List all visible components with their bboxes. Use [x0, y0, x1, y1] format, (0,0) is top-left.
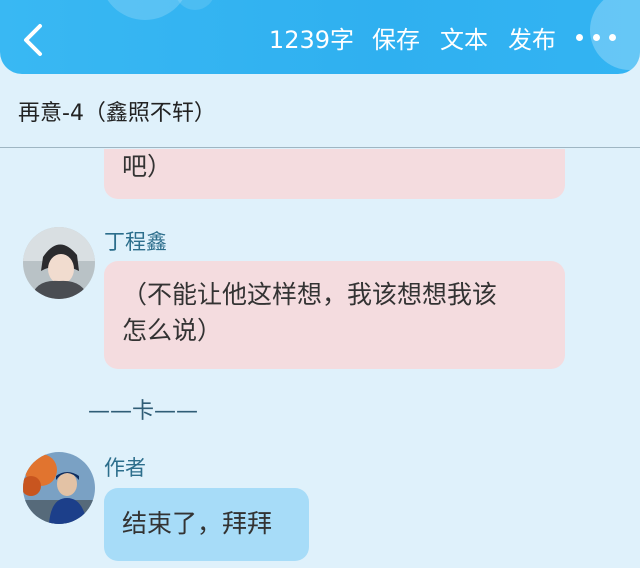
decorative-circle [100, 0, 190, 20]
save-button[interactable]: 保存 [372, 20, 420, 55]
message-text-line: （不能让他这样想，我该想想我该 [122, 280, 498, 309]
message-bubble: 结束了，拜拜 [104, 488, 309, 561]
decorative-circle [175, 0, 215, 10]
avatar-image [23, 227, 95, 299]
more-options-button[interactable] [576, 22, 616, 52]
message-bubble: （不能让他这样想，我该想想我该 怎么说） [104, 261, 565, 369]
document-title-row: 再意-4（鑫照不轩） [0, 74, 640, 148]
top-actions: 1239字 保存 文本 发布 [269, 0, 640, 74]
message-text-line: 怎么说） [122, 316, 223, 345]
back-button[interactable] [18, 22, 48, 58]
document-title: 再意-4（鑫照不轩） [18, 100, 216, 126]
speaker-name: 丁程鑫 [104, 230, 167, 254]
section-divider: ——卡—— [88, 399, 199, 424]
dot-icon [592, 33, 600, 41]
message-bubble: 吧） [104, 149, 565, 199]
chevron-left-icon [24, 24, 42, 56]
top-bar: 1239字 保存 文本 发布 [0, 0, 640, 74]
dot-icon [609, 33, 616, 41]
message-text: 结束了，拜拜 [122, 509, 273, 538]
avatar[interactable] [23, 227, 95, 299]
speaker-name: 作者 [104, 456, 146, 480]
avatar-image [23, 452, 95, 524]
avatar[interactable] [23, 452, 95, 524]
text-button[interactable]: 文本 [440, 20, 488, 55]
message-text: 吧） [122, 152, 173, 181]
publish-button[interactable]: 发布 [508, 20, 556, 55]
word-count: 1239字 [268, 25, 354, 54]
chat-area: 吧） 丁程鑫 （不能让他这样想，我该想想我该 怎么说） ——卡—— 作者 结束了… [0, 149, 640, 568]
dot-icon [576, 33, 583, 41]
